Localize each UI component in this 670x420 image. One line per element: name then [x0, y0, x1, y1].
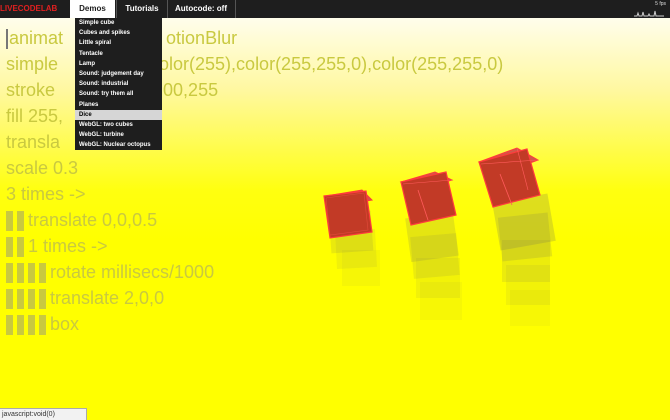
menu-item-cubes-and-spikes[interactable]: Cubes and spikes: [75, 28, 162, 38]
code-line: 3 times ->: [6, 184, 86, 204]
menu-item-webgl-two-cubes[interactable]: WebGL: two cubes: [75, 120, 162, 130]
menu-item-webgl-turbine[interactable]: WebGL: turbine: [75, 130, 162, 140]
menu-item-sound-try-them-all[interactable]: Sound: try them all: [75, 89, 162, 99]
autocode-toggle-button[interactable]: Autocode: off: [167, 0, 236, 18]
indent-bar: [39, 263, 46, 284]
indent-bar: [17, 237, 24, 258]
demos-dropdown-menu: Simple cube Cubes and spikes Little spir…: [75, 18, 162, 151]
menu-item-little-spiral[interactable]: Little spiral: [75, 38, 162, 48]
indent-bar: [17, 211, 24, 232]
indent-bar: [6, 263, 13, 284]
browser-status-bar: javascript:void(0): [0, 408, 87, 420]
indent-bar: [39, 289, 46, 310]
indent-bar: [28, 263, 35, 284]
indent-bar: [6, 315, 13, 336]
code-line: rotate millisecs/1000: [6, 259, 503, 285]
code-line: 1 times ->: [6, 233, 503, 259]
text-cursor: [6, 29, 8, 50]
indent-bar: [17, 315, 24, 336]
menu-item-sound-judgement-day[interactable]: Sound: judgement day: [75, 69, 162, 79]
demos-menu-button[interactable]: Demos: [70, 0, 115, 18]
indent-bar: [17, 263, 24, 284]
code-line: translate 0,0,0.5: [6, 207, 503, 233]
indent-bar: [28, 315, 35, 336]
code-line: translate 2,0,0: [6, 285, 503, 311]
indent-bar: [28, 289, 35, 310]
code-line: scale 0.3: [6, 158, 79, 178]
indent-bar: [39, 315, 46, 336]
code-line: box: [6, 311, 503, 337]
tutorials-menu-button[interactable]: Tutorials: [116, 0, 168, 18]
indent-bar: [17, 289, 24, 310]
app-logo[interactable]: LIVECODELAB: [0, 0, 57, 18]
menu-item-lamp[interactable]: Lamp: [75, 59, 162, 69]
indent-bar: [6, 237, 13, 258]
menu-item-webgl-nuclear-octopus[interactable]: WebGL: Nuclear octopus: [75, 140, 162, 150]
indent-bar: [6, 211, 13, 232]
fps-readout: 5 fps: [655, 1, 666, 7]
menu-item-planes[interactable]: Planes: [75, 100, 162, 110]
menu-item-tentacle[interactable]: Tentacle: [75, 49, 162, 59]
top-menu-bar: LIVECODELAB Demos Tutorials Autocode: of…: [0, 0, 670, 18]
indent-bar: [6, 289, 13, 310]
menu-item-simple-cube[interactable]: Simple cube: [75, 18, 162, 28]
menu-item-dice[interactable]: Dice: [75, 109, 162, 120]
fps-graph-icon: [634, 10, 664, 17]
menu-item-sound-industrial[interactable]: Sound: industrial: [75, 79, 162, 89]
